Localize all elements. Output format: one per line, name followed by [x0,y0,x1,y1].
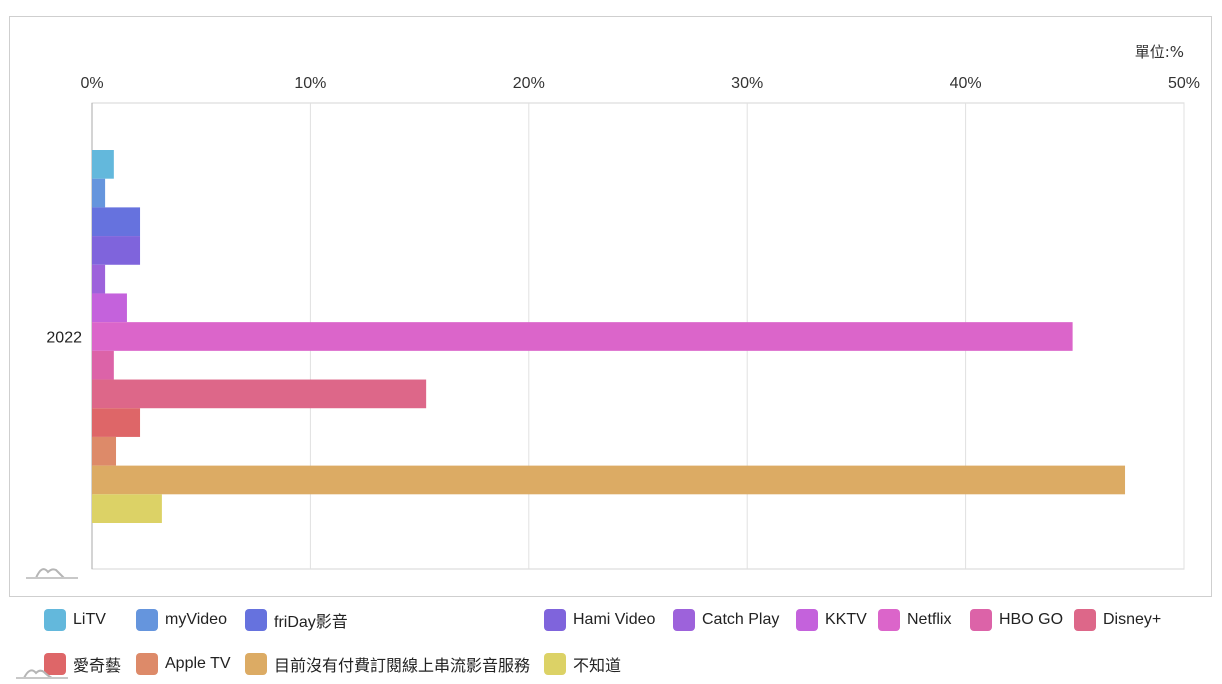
legend-swatch [245,609,267,631]
legend-swatch [673,609,695,631]
legend-item[interactable]: Apple TV [136,650,231,678]
legend-item[interactable]: 不知道 [544,650,621,678]
bar-chart: 0% 10% 20% 30% 40% 50% 單位:% 2022 [46,43,1200,570]
x-tick-label: 10% [294,75,326,92]
bar-friDay影音 [92,207,141,237]
unit-label: 單位:% [1135,43,1184,61]
legend-label: Disney+ [1103,611,1162,628]
bar-Netflix [92,322,1073,351]
legend-item[interactable]: Catch Play [673,606,779,634]
legend-item[interactable]: Netflix [878,606,951,634]
legend-label: friDay影音 [274,614,348,631]
legend-item[interactable]: Disney+ [1074,606,1161,634]
legend-item[interactable]: HBO GO [970,606,1063,634]
bar-目前沒有付費訂閱線上串流影音服務 [92,465,1126,495]
legend-label: LiTV [73,611,106,628]
legend-swatch [136,609,158,631]
legend-swatch [44,609,66,631]
legend-swatch [245,653,267,675]
legend-item[interactable]: LiTV [44,606,106,634]
bar-不知道 [92,494,162,523]
x-tick-label: 50% [1168,75,1200,92]
legend-label: Netflix [907,611,952,628]
watermark-logo-icon [26,568,78,579]
x-tick-label: 20% [513,75,545,92]
watermark-logo-icon-2 [16,669,68,679]
legend-label: 不知道 [573,658,622,675]
legend-swatch [1074,609,1096,631]
legend-swatch [970,609,992,631]
legend-label: HBO GO [999,611,1064,628]
x-tick-label: 30% [731,75,763,92]
bar-Catch Play [92,264,106,294]
legend-item[interactable]: friDay影音 [245,606,348,634]
legend-label: 愛奇藝 [73,658,122,675]
legend-label: Apple TV [165,655,231,672]
bar-KKTV [92,293,127,323]
bar-Disney+ [92,379,427,409]
legend-swatch [544,609,566,631]
bar-Apple TV [92,436,117,466]
legend-label: 目前沒有付費訂閱線上串流影音服務 [274,658,531,675]
legend-item[interactable]: myVideo [136,606,227,634]
legend-swatch [796,609,818,631]
bar-愛奇藝 [92,408,141,437]
x-tick-label: 0% [80,75,103,92]
bar-HBO GO [92,350,114,380]
legend-label: KKTV [825,611,867,628]
legend-swatch [136,653,158,675]
legend-label: Hami Video [573,611,656,628]
bar-LiTV [92,150,114,179]
legend-swatch [878,609,900,631]
x-tick-label: 40% [950,75,982,92]
legend-item[interactable]: 目前沒有付費訂閱線上串流影音服務 [245,650,530,678]
legend-swatch [544,653,566,675]
legend-item[interactable]: KKTV [796,606,867,634]
legend-item[interactable]: Hami Video [544,606,655,634]
legend-label: myVideo [165,611,227,628]
legend-label: Catch Play [702,611,780,628]
bar-Hami Video [92,236,141,265]
y-category-label: 2022 [46,330,82,347]
bar-myVideo [92,178,106,208]
legend: LiTV myVideo friDay影音 Hami Video Catch Play K… [0,600,1222,684]
